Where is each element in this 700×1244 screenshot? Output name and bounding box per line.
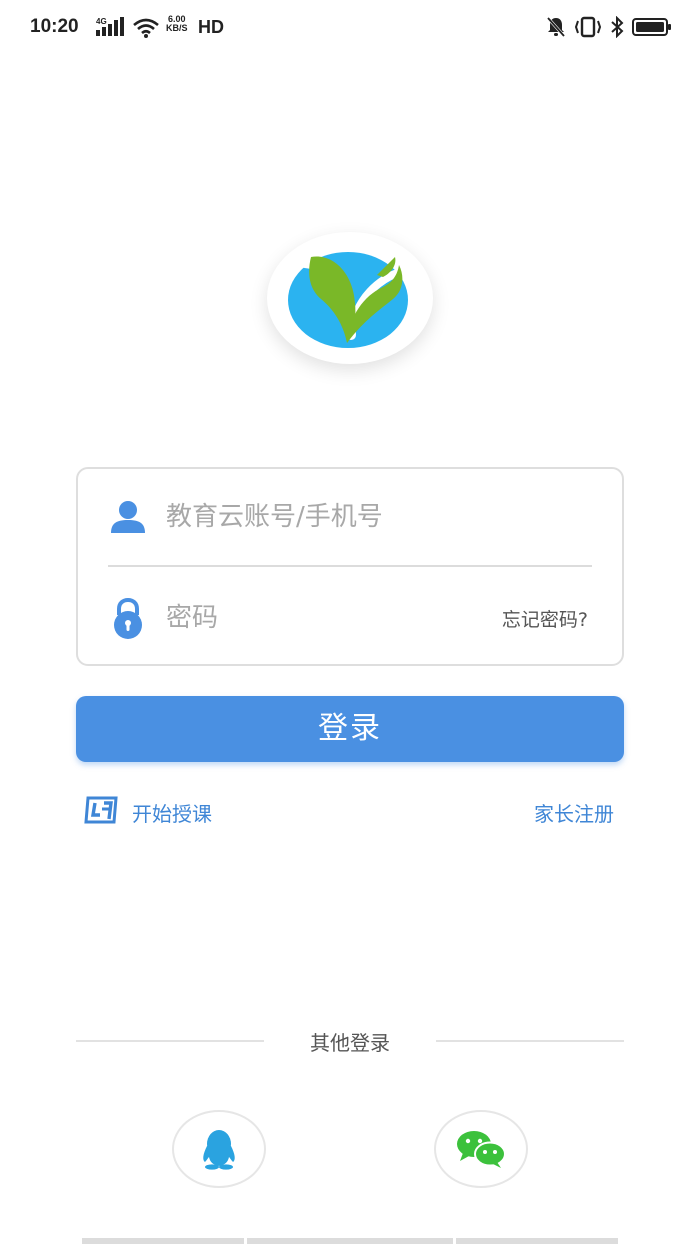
vibrate-icon xyxy=(574,16,602,42)
logo-icon xyxy=(288,252,408,348)
speed-unit: KB/S xyxy=(166,23,188,33)
start-teaching-label: 开始授课 xyxy=(132,801,212,826)
login-button[interactable]: 登录 xyxy=(76,696,624,762)
qq-login-button[interactable] xyxy=(172,1110,266,1188)
app-logo xyxy=(267,232,433,364)
user-icon xyxy=(108,497,148,537)
login-form: 忘记密码? xyxy=(76,467,624,666)
qq-icon xyxy=(203,1130,235,1170)
status-icons-right xyxy=(546,15,672,42)
forgot-password-link[interactable]: 忘记密码? xyxy=(502,605,592,632)
status-bar: 10:20 4G 6.00 KB/S HD xyxy=(0,0,700,58)
divider-left xyxy=(76,1040,264,1042)
password-field-row: 忘记密码? xyxy=(108,569,592,667)
wechat-login-button[interactable] xyxy=(434,1110,528,1188)
bluetooth-icon xyxy=(610,15,624,42)
signal-icon: 4G xyxy=(96,16,126,42)
battery-icon xyxy=(632,17,672,41)
network-type-label: 4G xyxy=(96,17,107,26)
wechat-icon xyxy=(457,1131,506,1168)
account-field-row xyxy=(108,469,592,567)
bottom-edge-center xyxy=(247,1238,453,1244)
wifi-icon xyxy=(133,18,159,42)
bottom-edge-right xyxy=(456,1238,618,1244)
divider-right xyxy=(436,1040,624,1042)
status-time: 10:20 xyxy=(30,16,79,37)
password-input[interactable] xyxy=(148,596,502,640)
start-teaching-link[interactable]: 开始授课 xyxy=(84,796,212,828)
parent-register-link[interactable]: 家长注册 xyxy=(534,798,614,827)
notification-off-icon xyxy=(546,16,566,42)
teach-app-icon xyxy=(84,795,120,829)
bottom-edge-left xyxy=(82,1238,244,1244)
lock-icon xyxy=(108,597,148,639)
other-login-label: 其他登录 xyxy=(310,1031,390,1055)
network-speed: 6.00 KB/S xyxy=(166,15,188,33)
account-input[interactable] xyxy=(148,495,592,539)
hd-indicator: HD xyxy=(198,17,224,37)
